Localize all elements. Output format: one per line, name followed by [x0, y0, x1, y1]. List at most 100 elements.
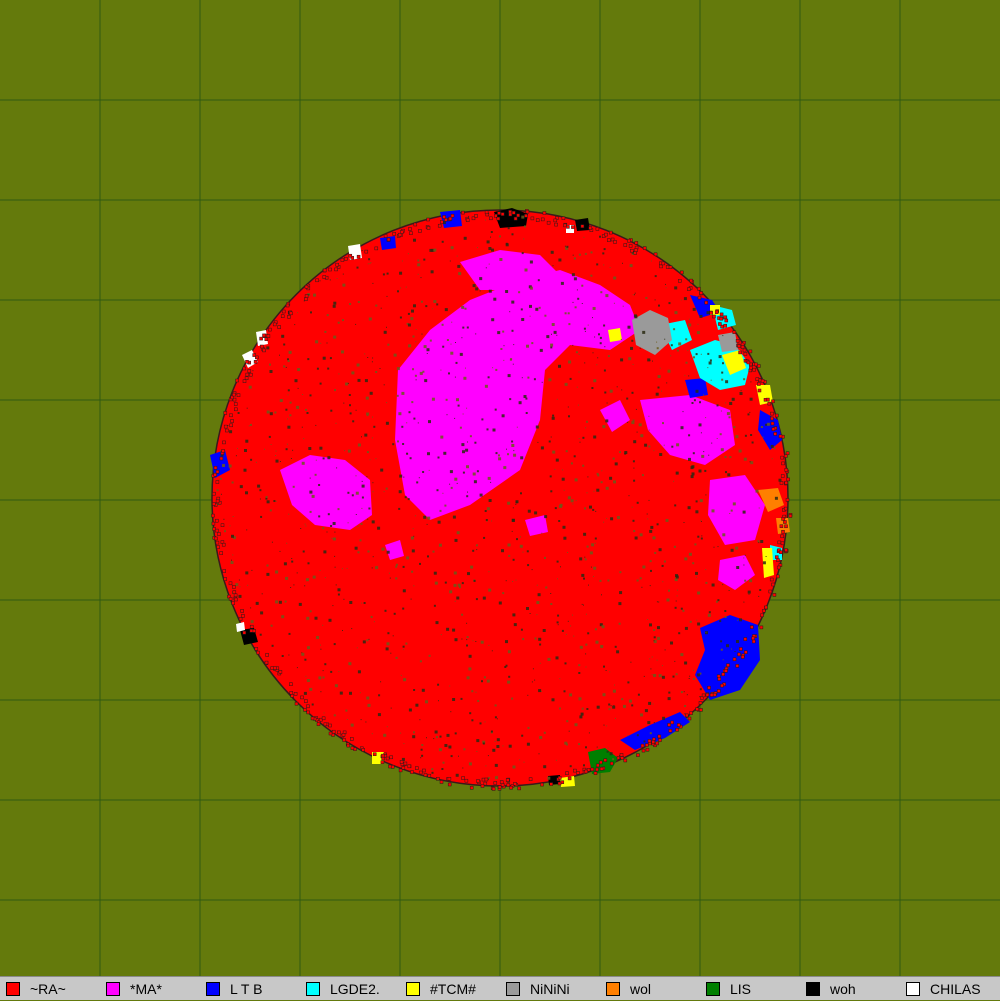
- terrain-speck: [349, 601, 353, 604]
- terrain-speck: [495, 776, 498, 780]
- terrain-speck: [232, 516, 234, 517]
- terrain-speck: [683, 522, 685, 523]
- terrain-speck: [395, 577, 398, 580]
- rim-speck: [272, 322, 277, 327]
- terrain-speck: [572, 503, 574, 505]
- terrain-speck: [667, 697, 671, 701]
- terrain-speck: [336, 278, 338, 279]
- terrain-speck: [461, 582, 464, 585]
- rim-speck: [735, 339, 740, 343]
- terrain-speck: [502, 592, 505, 595]
- rim-speck: [400, 230, 404, 234]
- terrain-speck: [699, 401, 701, 404]
- terrain-speck: [760, 540, 764, 543]
- terrain-speck: [725, 402, 727, 404]
- terrain-speck: [302, 394, 304, 395]
- terrain-speck: [466, 644, 468, 647]
- terrain-speck: [261, 593, 263, 595]
- terrain-speck: [251, 569, 253, 571]
- terrain-speck: [264, 448, 265, 450]
- legend-item: LIS: [706, 977, 751, 1001]
- terrain-speck: [696, 331, 700, 335]
- rim-speck: [225, 428, 229, 433]
- terrain-speck: [531, 342, 534, 345]
- rim-speck: [480, 784, 485, 788]
- terrain-speck: [696, 576, 697, 578]
- terrain-speck: [270, 624, 273, 627]
- legend-label: woh: [830, 981, 856, 997]
- terrain-speck: [453, 571, 457, 575]
- terrain-speck: [707, 367, 709, 369]
- terrain-speck: [747, 413, 750, 416]
- terrain-speck: [312, 575, 316, 579]
- terrain-speck: [515, 579, 517, 581]
- rim-speck: [628, 244, 633, 248]
- rim-speck: [304, 285, 309, 289]
- terrain-speck: [511, 697, 514, 700]
- terrain-speck: [739, 618, 742, 622]
- terrain-speck: [697, 622, 701, 626]
- terrain-speck: [334, 555, 336, 557]
- legend-label: LIS: [730, 981, 752, 997]
- terrain-speck: [750, 461, 754, 465]
- terrain-speck: [219, 477, 222, 480]
- terrain-speck: [689, 675, 691, 677]
- rim-speck: [304, 699, 308, 703]
- terrain-speck: [605, 670, 607, 671]
- rim-speck: [697, 286, 701, 291]
- terrain-speck: [509, 358, 512, 361]
- terrain-speck: [407, 312, 410, 315]
- terrain-speck: [739, 392, 743, 395]
- terrain-speck: [456, 596, 460, 600]
- rim-speck: [675, 728, 679, 732]
- terrain-speck: [337, 508, 340, 511]
- terrain-speck: [371, 520, 375, 524]
- terrain-speck: [579, 441, 581, 443]
- rim-speck: [609, 230, 613, 235]
- terrain-speck: [231, 534, 234, 538]
- rim-speck: [383, 234, 388, 238]
- rim-speck: [779, 481, 784, 485]
- terrain-speck: [454, 600, 456, 602]
- terrain-speck: [349, 404, 351, 407]
- terrain-speck: [307, 646, 310, 650]
- terrain-speck: [405, 286, 407, 288]
- terrain-speck: [665, 518, 669, 522]
- terrain-speck: [356, 363, 360, 367]
- terrain-speck: [469, 435, 472, 438]
- terrain-speck: [454, 638, 458, 642]
- terrain-speck: [662, 716, 666, 720]
- terrain-speck: [602, 252, 605, 255]
- terrain-speck: [297, 387, 299, 389]
- terrain-speck: [577, 297, 580, 300]
- terrain-speck: [296, 405, 300, 409]
- terrain-speck: [724, 456, 727, 458]
- game-map[interactable]: [0, 0, 1000, 976]
- terrain-speck: [674, 606, 677, 609]
- rim-speck: [685, 713, 689, 718]
- terrain-speck: [484, 510, 487, 512]
- terrain-speck: [414, 515, 416, 517]
- terrain-speck: [539, 736, 543, 739]
- terrain-speck: [404, 496, 407, 499]
- rim-speck: [595, 227, 600, 231]
- terrain-speck: [684, 374, 686, 376]
- terrain-speck: [422, 370, 425, 373]
- terrain-speck: [437, 456, 440, 459]
- terrain-speck: [491, 520, 493, 522]
- rim-speck: [746, 360, 751, 365]
- rim-speck: [328, 731, 333, 736]
- terrain-speck: [275, 570, 279, 574]
- terrain-speck: [550, 593, 552, 594]
- rim-speck: [542, 211, 547, 215]
- terrain-speck: [649, 658, 651, 660]
- terrain-speck: [472, 284, 476, 288]
- terrain-speck: [311, 494, 315, 498]
- terrain-speck: [388, 572, 390, 574]
- terrain-speck: [231, 559, 232, 561]
- terrain-speck: [495, 368, 498, 371]
- terrain-speck: [582, 464, 585, 467]
- terrain-speck: [557, 624, 559, 626]
- terrain-speck: [407, 253, 409, 255]
- terrain-speck: [527, 509, 531, 513]
